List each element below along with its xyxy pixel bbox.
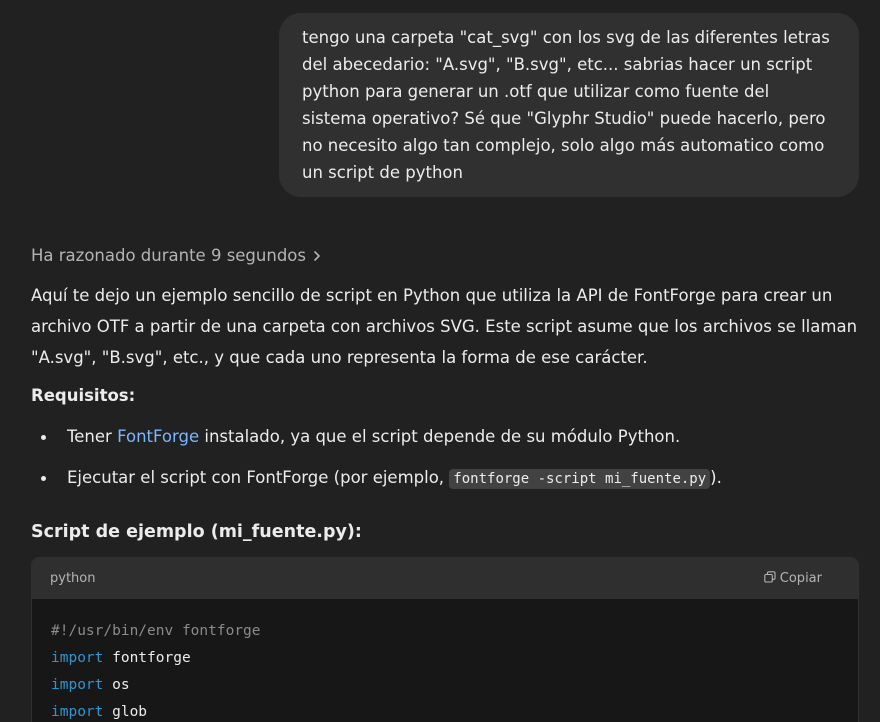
code-line: import glob xyxy=(51,699,858,722)
code-block-header: python Copiar xyxy=(32,558,858,599)
chat-page: tengo una carpeta "cat_svg" con los svg … xyxy=(0,0,880,722)
reasoning-label: Ha razonado durante 9 segundos xyxy=(31,246,306,265)
list-item: Ejecutar el script con FontForge (por ej… xyxy=(31,464,861,493)
inline-code: fontforge -script mi_fuente.py xyxy=(449,469,711,489)
code-line: #!/usr/bin/env fontforge xyxy=(51,618,858,645)
code-content: #!/usr/bin/env fontforge import fontforg… xyxy=(32,599,858,722)
fontforge-link[interactable]: FontForge xyxy=(117,427,199,446)
requirements-heading: Requisitos: xyxy=(31,386,136,405)
code-text: fontforge xyxy=(103,650,191,666)
code-keyword: import xyxy=(51,704,104,720)
code-keyword: import xyxy=(51,650,104,666)
chevron-right-icon xyxy=(310,249,324,263)
code-language-label: python xyxy=(50,571,96,586)
list-item: Tener FontForge instalado, ya que el scr… xyxy=(31,423,861,451)
reasoning-toggle[interactable]: Ha razonado durante 9 segundos xyxy=(31,244,324,268)
list-item-text: Ejecutar el script con FontForge (por ej… xyxy=(67,468,450,487)
assistant-intro-paragraph: Aquí te dejo un ejemplo sencillo de scri… xyxy=(31,286,858,367)
code-text: glob xyxy=(103,704,148,720)
code-keyword: import xyxy=(51,677,104,693)
copy-label: Copiar xyxy=(779,571,822,586)
copy-icon xyxy=(764,570,776,587)
list-item-text: Tener xyxy=(67,427,118,446)
bullet-icon xyxy=(41,476,46,481)
script-heading: Script de ejemplo (mi_fuente.py): xyxy=(31,522,362,542)
list-item-text: ). xyxy=(710,468,722,487)
user-message-bubble: tengo una carpeta "cat_svg" con los svg … xyxy=(279,13,859,197)
code-text: os xyxy=(103,677,130,693)
code-block: python Copiar #!/usr/bin/env fontforge i… xyxy=(31,557,859,722)
requirements-list: Tener FontForge instalado, ya que el scr… xyxy=(31,423,861,506)
copy-button[interactable]: Copiar xyxy=(764,570,822,587)
bullet-icon xyxy=(41,435,46,440)
list-item-text: instalado, ya que el script depende de s… xyxy=(199,427,681,446)
code-line: import os xyxy=(51,672,858,699)
code-line: import fontforge xyxy=(51,645,858,672)
code-comment: #!/usr/bin/env fontforge xyxy=(51,623,261,639)
